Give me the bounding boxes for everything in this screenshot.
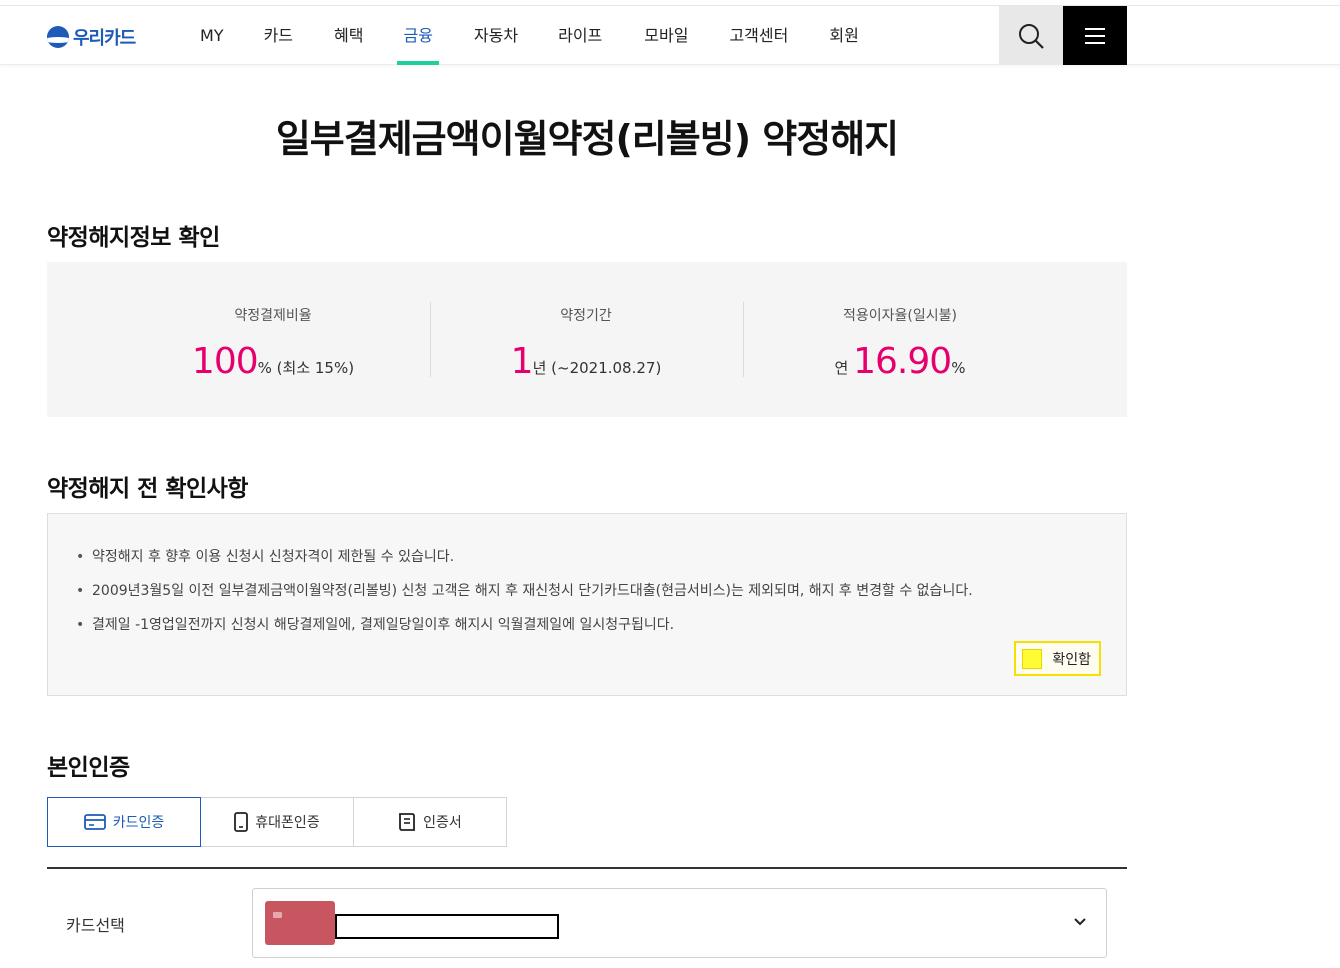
- info-value: 1년 (~2021.08.27): [510, 341, 662, 382]
- notice-section-title: 약정해지 전 확인사항: [47, 476, 248, 502]
- logo-text: 우리카드: [73, 28, 136, 49]
- main-nav: MY 카드 혜택 금융 자동차 라이프 모바일 고객센터 회원: [180, 6, 859, 65]
- tab-label: 인증서: [423, 815, 462, 831]
- notice-list: 약정해지 후 향후 이용 신청시 신청자격이 제한될 수 있습니다. 2009년…: [76, 540, 973, 642]
- nav-item-life[interactable]: 라이프: [558, 6, 602, 65]
- confirm-checkbox[interactable]: 확인함: [1014, 641, 1101, 676]
- card-icon: [83, 814, 106, 830]
- info-interest-rate: 적용이자율(일시불) 연 16.90%: [744, 305, 1056, 382]
- nav-item-finance[interactable]: 금융: [397, 6, 440, 65]
- nav-item-member[interactable]: 회원: [829, 6, 858, 65]
- tab-certificate-auth[interactable]: 인증서: [353, 797, 507, 847]
- chevron-down-icon: [1074, 918, 1086, 926]
- nav-item-auto[interactable]: 자동차: [474, 6, 518, 65]
- card-thumbnail: [265, 901, 335, 945]
- section-rule: [47, 867, 1127, 869]
- certificate-icon: [399, 813, 416, 831]
- logo-mark-icon: [47, 26, 69, 48]
- info-label: 적용이자율(일시불): [843, 308, 957, 324]
- info-divider: [743, 302, 744, 377]
- nav-item-benefit[interactable]: 혜택: [334, 6, 363, 65]
- info-value-number: 16.90: [853, 341, 952, 382]
- contract-info-box: 약정결제비율 100% (최소 15%) 약정기간 1년 (~2021.08.2…: [47, 262, 1127, 417]
- info-value: 연 16.90%: [834, 341, 966, 382]
- site-header: 우리카드 MY 카드 혜택 금융 자동차 라이프 모바일 고객센터 회원: [0, 5, 1340, 65]
- info-value-number: 100: [191, 341, 259, 382]
- page-title: 일부결제금액이월약정(리볼빙) 약정해지: [275, 117, 899, 161]
- confirm-label: 확인함: [1052, 651, 1091, 668]
- info-section-title: 약정해지정보 확인: [47, 225, 220, 251]
- notice-item: 결제일 -1영업일전까지 신청시 해당결제일에, 결제일당일이후 해지시 익월결…: [76, 608, 973, 642]
- menu-button[interactable]: [1063, 6, 1127, 65]
- logo[interactable]: 우리카드: [47, 24, 136, 50]
- info-label: 약정기간: [560, 308, 612, 324]
- notice-item: 약정해지 후 향후 이용 신청시 신청자격이 제한될 수 있습니다.: [76, 540, 973, 574]
- tab-phone-auth[interactable]: 휴대폰인증: [200, 797, 354, 847]
- notice-box: 약정해지 후 향후 이용 신청시 신청자격이 제한될 수 있습니다. 2009년…: [47, 513, 1127, 696]
- tab-card-auth[interactable]: 카드인증: [47, 797, 201, 847]
- auth-section-title: 본인인증: [47, 755, 130, 781]
- search-button[interactable]: [999, 6, 1063, 65]
- notice-item: 2009년3월5일 이전 일부결제금액이월약정(리볼빙) 신청 고객은 해지 후…: [76, 574, 973, 608]
- checkbox-icon[interactable]: [1022, 648, 1043, 669]
- tab-label: 카드인증: [112, 815, 165, 831]
- phone-icon: [234, 812, 249, 832]
- info-value-number: 1: [510, 341, 534, 382]
- nav-item-customer-center[interactable]: 고객센터: [729, 6, 788, 65]
- info-divider: [430, 302, 431, 377]
- tab-label: 휴대폰인증: [255, 815, 320, 831]
- nav-item-my[interactable]: MY: [200, 6, 224, 65]
- search-icon: [1019, 23, 1044, 49]
- nav-item-card[interactable]: 카드: [264, 6, 293, 65]
- card-select-dropdown[interactable]: [252, 888, 1107, 958]
- nav-item-mobile[interactable]: 모바일: [644, 6, 688, 65]
- card-name-field: [335, 914, 559, 939]
- info-period: 약정기간 1년 (~2021.08.27): [431, 305, 741, 382]
- auth-tabs: 카드인증 휴대폰인증 인증서: [47, 797, 507, 847]
- card-select-label: 카드선택: [66, 916, 125, 935]
- hamburger-icon: [1085, 27, 1105, 30]
